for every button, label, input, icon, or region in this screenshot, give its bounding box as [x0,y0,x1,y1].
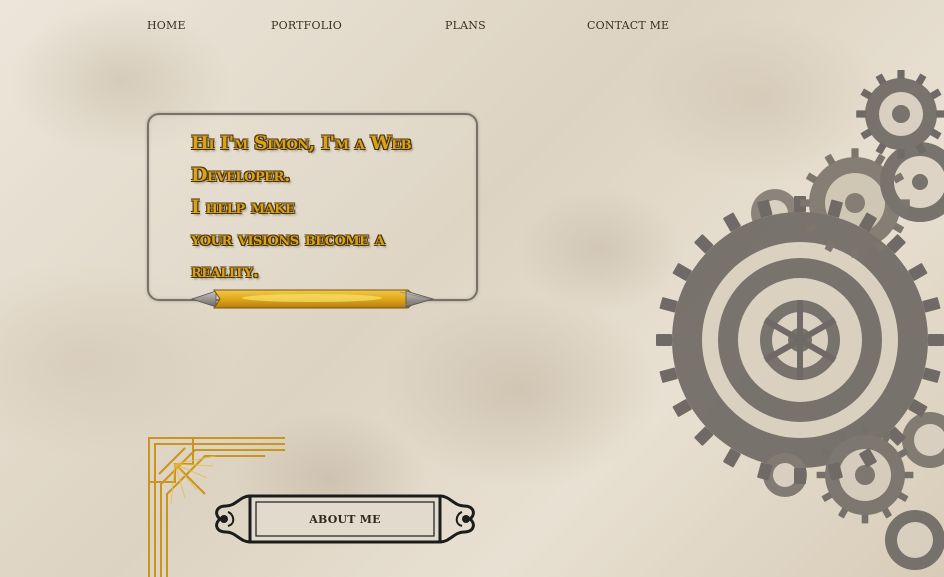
gears-illustration [656,70,944,570]
nav-contact-link[interactable]: CONTACT ME [587,19,669,32]
about-me-label: ABOUT ME [309,512,381,526]
nav-portfolio-link[interactable]: PORTFOLIO [271,19,342,32]
hero-line: reality. [191,260,259,282]
pencil-icon [190,289,435,309]
about-me-button[interactable]: ABOUT ME [212,492,478,546]
nav-plans-link[interactable]: PLANS [445,19,486,32]
main-nav: HOME PORTFOLIO PLANS CONTACT ME [0,19,944,35]
nav-home-link[interactable]: HOME [147,19,186,32]
hero-line: I help make [191,196,295,218]
hero-line: your visions become a [191,228,385,250]
hero-line: Hi I'm Simon, I'm a Web [191,132,412,154]
hero-line: Developer. [191,164,290,186]
hero-heading: Hi I'm Simon, I'm a Web Developer. I hel… [191,127,466,287]
